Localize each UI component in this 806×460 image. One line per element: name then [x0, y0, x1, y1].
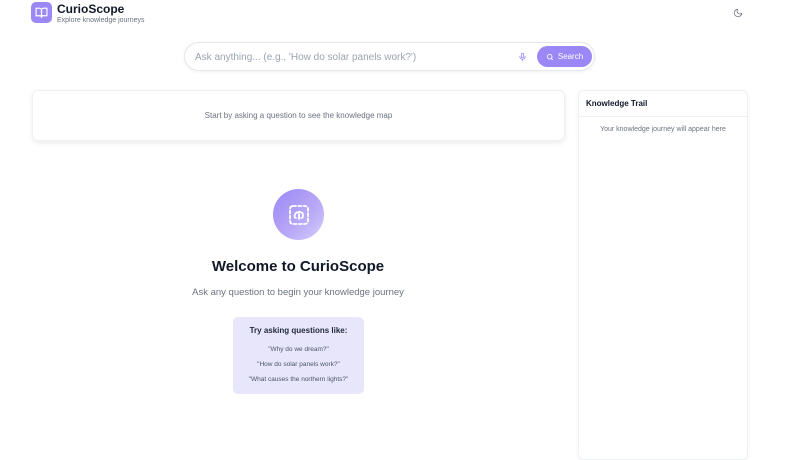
moon-icon[interactable] [731, 6, 745, 20]
knowledge-map-card: Start by asking a question to see the kn… [32, 90, 565, 141]
search-bar: Search [184, 42, 595, 71]
search-icon [546, 53, 553, 60]
suggestion-item[interactable]: "Why do we dream?" [233, 346, 364, 353]
knowledge-trail-panel: Knowledge Trail Your knowledge journey w… [578, 90, 748, 460]
search-button-label: Search [557, 52, 584, 61]
app-subtitle: Explore knowledge journeys [57, 17, 145, 24]
trail-empty-message: Your knowledge journey will appear here [600, 126, 726, 133]
book-open-icon [31, 2, 52, 23]
suggestion-item[interactable]: "What causes the northern lights?" [233, 376, 364, 383]
knowledge-map-placeholder: Start by asking a question to see the kn… [204, 111, 393, 120]
mic-icon[interactable] [516, 51, 528, 63]
app-header: CurioScope Explore knowledge journeys [0, 0, 806, 36]
trail-title: Knowledge Trail [586, 99, 648, 108]
search-button[interactable]: Search [537, 46, 592, 67]
brain-scan-icon [273, 189, 324, 240]
suggestions-box: Try asking questions like: "Why do we dr… [233, 317, 364, 394]
welcome-title: Welcome to CurioScope [211, 258, 385, 275]
suggestions-heading: Try asking questions like: [249, 326, 348, 335]
app-title: CurioScope [57, 2, 125, 16]
welcome-subtitle: Ask any question to begin your knowledge… [192, 287, 404, 298]
suggestion-item[interactable]: "How do solar panels work?" [233, 361, 364, 368]
search-input[interactable] [195, 49, 505, 65]
trail-divider [579, 116, 747, 117]
